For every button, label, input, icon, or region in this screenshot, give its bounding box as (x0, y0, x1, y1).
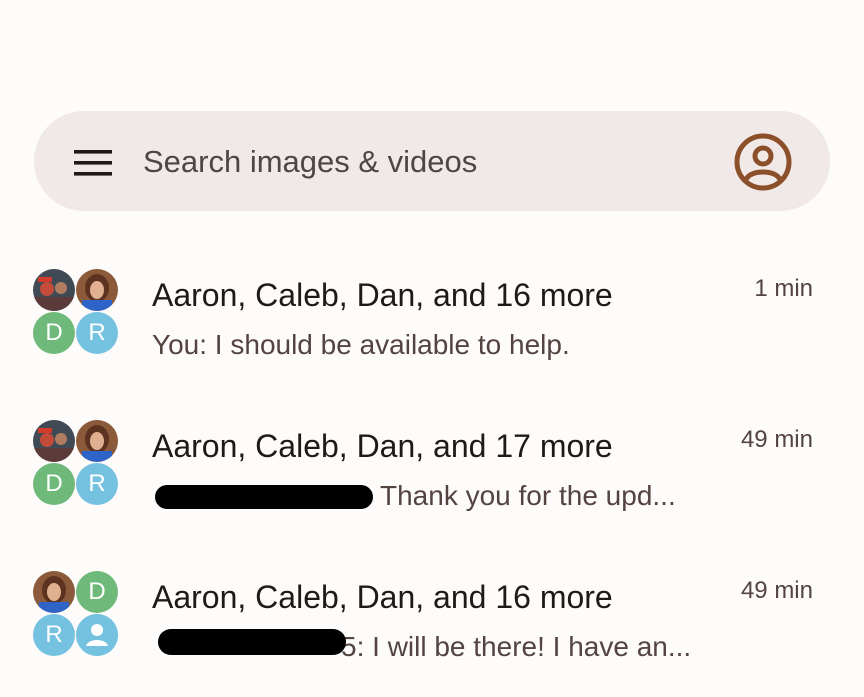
conversation-item[interactable]: D R Aaron, Caleb, Dan, and 16 more You: … (0, 255, 864, 395)
contact-avatar-d: D (33, 312, 75, 354)
conversation-title: Aaron, Caleb, Dan, and 17 more (152, 428, 613, 464)
contact-photo-avatar (33, 420, 75, 462)
contact-avatar-r: R (33, 614, 75, 656)
conversation-title: Aaron, Caleb, Dan, and 16 more (152, 277, 613, 313)
conversation-time: 49 min (740, 426, 813, 453)
person-icon (76, 614, 118, 656)
conversation-title: Aaron, Caleb, Dan, and 16 more (152, 579, 613, 615)
conversation-time: 49 min (740, 577, 813, 604)
conversation-time: 1 min (754, 275, 813, 302)
contact-avatar-d: D (76, 571, 118, 613)
conversation-snippet: Thank you for the upd... (380, 480, 676, 511)
contact-photo-avatar (33, 269, 75, 311)
menu-icon[interactable] (74, 150, 112, 176)
redaction-mark (158, 629, 346, 655)
contact-photo-avatar (33, 571, 75, 613)
contact-avatar-r: R (76, 312, 118, 354)
contact-photo-avatar (76, 420, 118, 462)
contact-photo-avatar (76, 269, 118, 311)
search-input[interactable]: Search images & videos (143, 140, 477, 184)
conversation-snippet: You: I should be available to help. (152, 329, 570, 360)
contact-avatar-r: R (76, 463, 118, 505)
redaction-mark (155, 485, 373, 509)
conversation-item[interactable]: D R Aaron, Caleb, Dan, and 16 more 5: I … (0, 557, 864, 697)
account-icon[interactable] (734, 133, 792, 191)
conversation-item[interactable]: D R Aaron, Caleb, Dan, and 17 more Thank… (0, 406, 864, 546)
conversation-snippet: 5: I will be there! I have an... (341, 631, 692, 662)
contact-avatar-d: D (33, 463, 75, 505)
